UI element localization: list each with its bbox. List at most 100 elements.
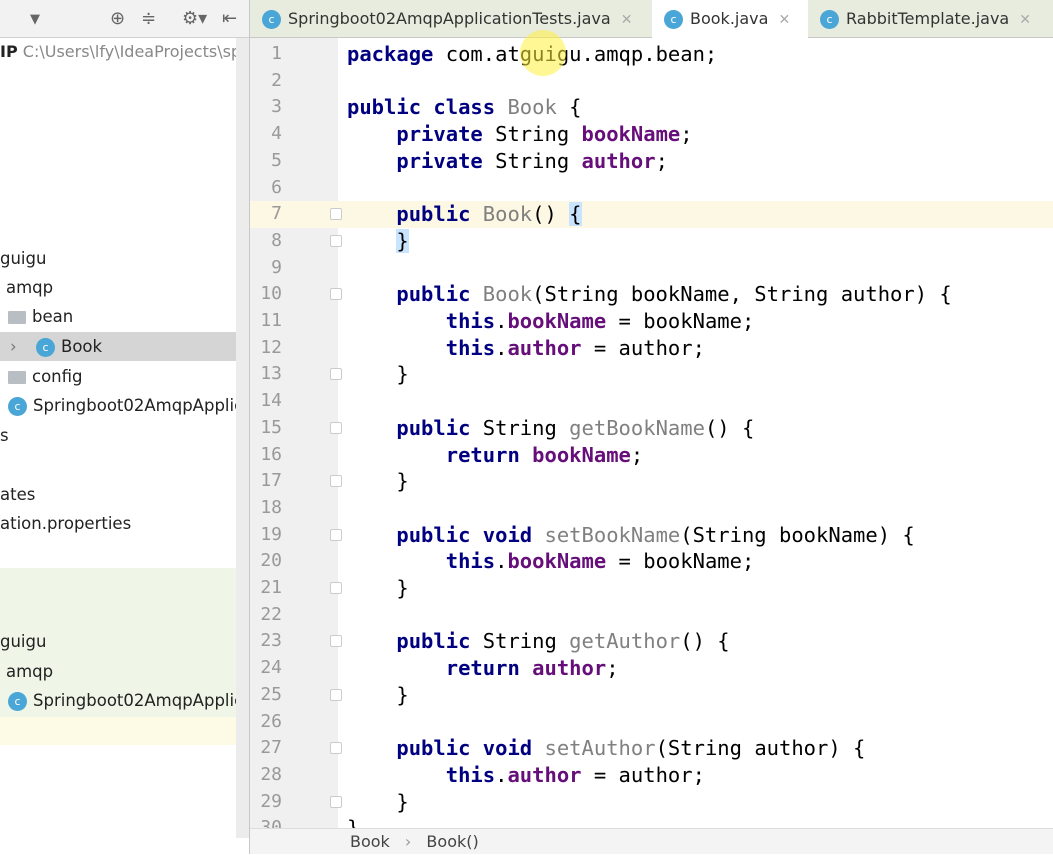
close-tab-icon[interactable]: ✕ — [621, 12, 633, 28]
tree-item[interactable]: guigu — [0, 244, 236, 273]
hide-icon[interactable]: ⇤ — [222, 8, 237, 29]
tree-item-label: Springboot02AmqpApplication — [33, 691, 249, 710]
code-text: } — [347, 468, 408, 495]
tree-item[interactable]: bean — [0, 302, 236, 331]
code-token: String — [482, 629, 570, 654]
code-line[interactable]: 26 — [250, 709, 1053, 736]
code-editor[interactable]: 1 package com.atguigu.amqp.bean; 2 3 public … — [250, 38, 1053, 828]
code-line[interactable]: 24 return author; — [250, 655, 1053, 682]
fold-marker-icon[interactable] — [330, 288, 342, 301]
gear-icon[interactable]: ⚙▾ — [182, 8, 207, 29]
tree-item[interactable]: amqp — [0, 657, 236, 686]
project-panel: ▼ ⊕ ≑ ⚙▾ ⇤ IP C:\Users\lfy\IdeaProjects\… — [0, 0, 250, 854]
fold-marker-icon[interactable] — [330, 795, 342, 808]
code-text: } — [347, 815, 359, 828]
tree-item[interactable]: ates — [0, 480, 236, 509]
locate-icon[interactable]: ⊕ — [110, 8, 125, 29]
project-path: IP C:\Users\lfy\IdeaProjects\sp — [0, 42, 241, 61]
code-line[interactable]: 7 public Book() { — [250, 201, 1053, 228]
code-line[interactable]: 23 public String getAuthor() { — [250, 628, 1053, 655]
fold-marker-icon[interactable] — [330, 528, 342, 541]
code-line[interactable]: 2 — [250, 68, 1053, 95]
tab-rabbittemplate[interactable]: c RabbitTemplate.java ✕ — [808, 0, 1053, 38]
code-line[interactable]: 21 } — [250, 575, 1053, 602]
code-line[interactable]: 12 this.author = author; — [250, 335, 1053, 362]
fold-marker-icon[interactable] — [330, 234, 342, 247]
close-tab-icon[interactable]: ✕ — [1019, 12, 1031, 28]
code-line[interactable]: 28 this.author = author; — [250, 762, 1053, 789]
code-line[interactable]: 6 — [250, 175, 1053, 202]
tree-item-label: amqp — [6, 278, 54, 297]
close-tab-icon[interactable]: ✕ — [778, 12, 790, 28]
code-line[interactable]: 14 — [250, 388, 1053, 415]
code-line[interactable]: 5 private String author; — [250, 148, 1053, 175]
tree-item-label: amqp — [6, 662, 54, 681]
tab-book[interactable]: c Book.java ✕ — [652, 0, 808, 38]
code-line[interactable]: 22 — [250, 602, 1053, 629]
dropdown-icon[interactable]: ▼ — [30, 12, 40, 27]
code-line[interactable]: 8 } — [250, 228, 1053, 255]
code-line[interactable]: 3 public class Book { — [250, 94, 1053, 121]
code-token: private — [347, 122, 496, 147]
tree-item[interactable]: config — [0, 362, 236, 391]
breadcrumb-item[interactable]: Book() — [426, 832, 478, 851]
tree-item-label: config — [32, 367, 83, 386]
code-line[interactable]: 9 — [250, 255, 1053, 282]
tree-item[interactable]: ation.properties — [0, 509, 236, 538]
code-token: (String bookName) { — [680, 522, 915, 547]
code-line[interactable]: 13 } — [250, 361, 1053, 388]
tab-springboot02amqpapplicationtests[interactable]: c Springboot02AmqpApplicationTests.java ✕ — [250, 0, 652, 38]
code-token: String — [495, 148, 582, 173]
code-token: . — [495, 335, 508, 360]
tree-item[interactable]: guigu — [0, 627, 236, 656]
tree-item[interactable]: s — [0, 421, 236, 450]
code-line[interactable]: 15 public String getBookName() { — [250, 415, 1053, 442]
code-token: this — [347, 762, 496, 787]
class-icon: c — [262, 10, 281, 29]
sidebar-scrollbar[interactable] — [236, 38, 249, 838]
folder-icon — [8, 311, 26, 324]
code-line[interactable]: 25 } — [250, 682, 1053, 709]
code-line[interactable]: 20 this.bookName = bookName; — [250, 548, 1053, 575]
tree-item[interactable]: c Springboot02AmqpApplication — [0, 686, 249, 715]
code-token: ; — [680, 122, 693, 147]
tab-label: RabbitTemplate.java — [846, 9, 1010, 28]
fold-marker-icon[interactable] — [330, 208, 342, 221]
fold-marker-icon[interactable] — [330, 742, 342, 755]
code-line[interactable]: 19 public void setBookName(String bookNa… — [250, 522, 1053, 549]
fold-marker-icon[interactable] — [330, 475, 342, 488]
code-line[interactable]: 11 this.bookName = bookName; — [250, 308, 1053, 335]
fold-marker-icon[interactable] — [330, 635, 342, 648]
breadcrumb-item[interactable]: Book — [350, 832, 390, 851]
project-path-text: C:\Users\lfy\IdeaProjects\sp — [22, 42, 242, 61]
tree-item[interactable]: › c Book — [0, 332, 236, 361]
line-number: 5 — [271, 149, 282, 171]
test-class-icon: c — [8, 692, 27, 711]
code-token: String — [495, 122, 582, 147]
code-token: this — [347, 335, 496, 360]
code-line[interactable]: 17 } — [250, 468, 1053, 495]
collapse-icon[interactable]: ≑ — [141, 8, 156, 29]
code-token: } — [347, 682, 409, 707]
code-text: } — [347, 575, 408, 602]
code-line[interactable]: 1 package com.atguigu.amqp.bean; — [250, 41, 1053, 68]
tree-item[interactable]: amqp — [0, 273, 236, 302]
expand-arrow-icon[interactable]: › — [10, 332, 17, 361]
code-line[interactable]: 10 public Book(String bookName, String a… — [250, 281, 1053, 308]
fold-marker-icon[interactable] — [330, 368, 342, 381]
code-line[interactable]: 16 return bookName; — [250, 442, 1053, 469]
code-line[interactable]: 18 — [250, 495, 1053, 522]
fold-marker-icon[interactable] — [330, 688, 342, 701]
fold-marker-icon[interactable] — [330, 421, 342, 434]
code-line[interactable]: 4 private String bookName; — [250, 121, 1053, 148]
code-token: return — [347, 442, 533, 467]
code-line[interactable]: 30} — [250, 815, 1053, 828]
code-token: = author; — [581, 335, 705, 360]
code-line[interactable]: 27 public void setAuthor(String author) … — [250, 735, 1053, 762]
line-number: 18 — [260, 496, 282, 518]
line-number: 2 — [271, 69, 282, 91]
fold-marker-icon[interactable] — [330, 582, 342, 594]
line-number: 9 — [271, 256, 282, 278]
tree-item[interactable]: c Springboot02AmqpApplication — [0, 391, 249, 420]
code-line[interactable]: 29 } — [250, 789, 1053, 816]
